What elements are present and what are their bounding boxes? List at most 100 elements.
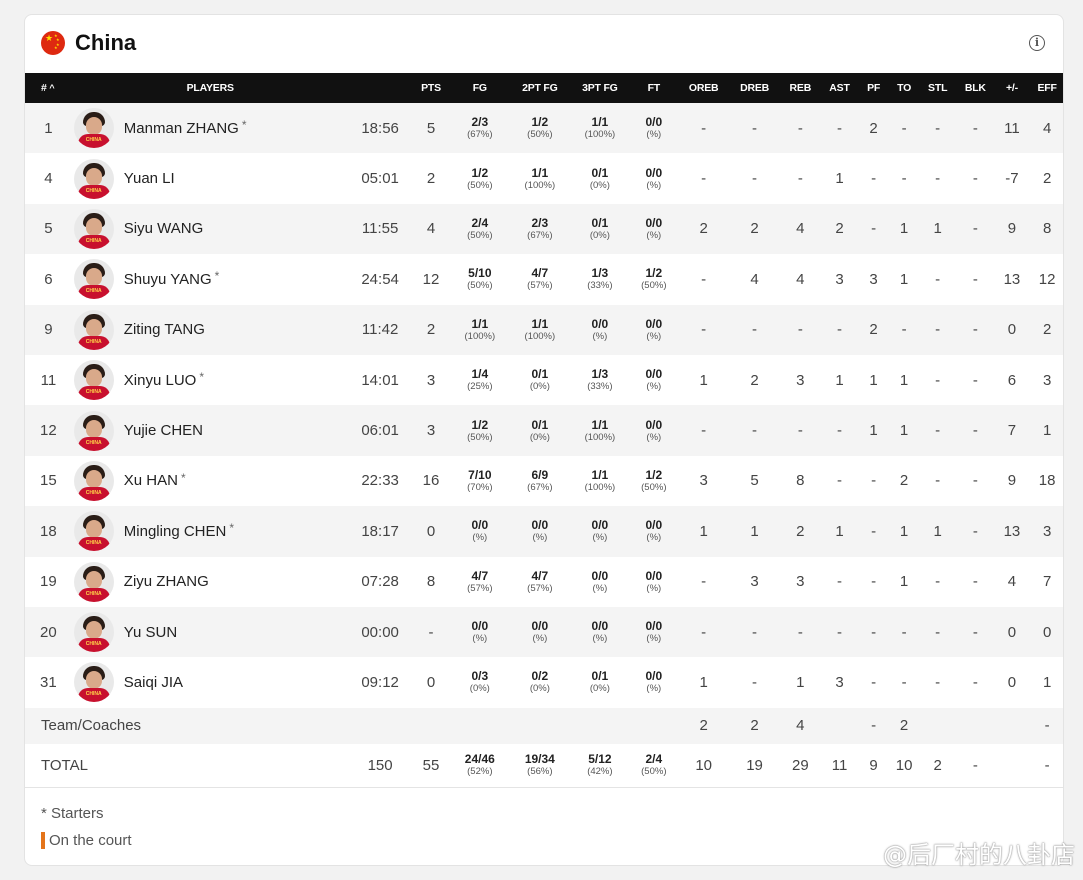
total-pm: [995, 744, 1030, 788]
player-fg: 1/2 (50%): [467, 165, 493, 191]
player-fg2: 0/1 (0%): [529, 417, 550, 443]
player-row[interactable]: 1 CHINA Manman ZHANG * 18:56 5 2/3 (67%) 1/2 (50%…: [25, 103, 1063, 154]
player-row[interactable]: 31 CHINA Saiqi JIA 09:12 0 0/3 (0%) 0/2 (0%) 0/1(…: [25, 657, 1063, 708]
col-to[interactable]: TO: [889, 73, 920, 103]
player-ft: 0/0 (%): [645, 215, 663, 241]
legend-on-court: On the court: [41, 832, 132, 849]
col-reb[interactable]: REB: [780, 73, 821, 103]
player-pf: 1: [869, 422, 878, 440]
player-pf: -: [871, 170, 877, 188]
player-reb: -: [797, 623, 803, 641]
starter-marker: *: [229, 521, 235, 536]
col-ast[interactable]: AST: [821, 73, 859, 103]
col-pf[interactable]: PF: [858, 73, 889, 103]
player-number: 15: [40, 472, 57, 490]
col-blk[interactable]: BLK: [956, 73, 995, 103]
player-pm: 9: [1007, 220, 1017, 238]
player-row[interactable]: 19 CHINA Ziyu ZHANG 07:28 8 4/7 (57%) 4/7 (57%) 0…: [25, 556, 1063, 607]
player-fg: 0/0 (%): [471, 619, 489, 645]
player-ft: 0/0 (%): [645, 417, 663, 443]
player-avatar: CHINA: [73, 662, 114, 703]
player-cell[interactable]: CHINA Shuyu YANG *: [72, 254, 349, 304]
player-stl: -: [935, 119, 941, 137]
player-ast: 3: [835, 270, 844, 288]
player-to: -: [901, 623, 907, 641]
total-ast: 11: [831, 756, 848, 774]
col-2pt[interactable]: 2PT FG: [509, 73, 570, 103]
player-stl: -: [935, 573, 941, 591]
player-cell[interactable]: CHINA Manman ZHANG *: [72, 103, 349, 153]
col-dreb[interactable]: DREB: [729, 73, 780, 103]
player-ft: 0/0 (%): [645, 669, 663, 695]
player-name[interactable]: Saiqi JIA: [124, 674, 183, 691]
player-avatar: CHINA: [73, 108, 114, 149]
player-name[interactable]: Siyu WANG: [124, 220, 203, 237]
player-name[interactable]: Mingling CHEN: [124, 523, 227, 540]
player-fg3: 0/0 (%): [591, 518, 609, 544]
player-cell[interactable]: CHINA Yu SUN: [72, 607, 349, 657]
col-min[interactable]: [349, 73, 412, 103]
col-oreb[interactable]: OREB: [678, 73, 729, 103]
player-name[interactable]: Manman ZHANG: [124, 120, 239, 137]
starter-marker: *: [180, 470, 186, 485]
player-ast: 1: [835, 371, 844, 389]
player-name[interactable]: Ziyu ZHANG: [124, 573, 209, 590]
player-stl: -: [935, 371, 941, 389]
col-ft[interactable]: FT: [629, 73, 678, 103]
player-pf: -: [871, 472, 877, 490]
player-fg: 7/10 (70%): [467, 467, 493, 493]
col-stl[interactable]: STL: [919, 73, 956, 103]
player-name[interactable]: Xu HAN: [124, 472, 178, 489]
player-cell[interactable]: CHINA Mingling CHEN *: [72, 506, 349, 556]
player-name[interactable]: Ziting TANG: [124, 321, 205, 338]
player-cell[interactable]: CHINA Siyu WANG: [72, 204, 349, 254]
player-ast: -: [837, 472, 842, 490]
sort-number-header[interactable]: # ^: [25, 73, 72, 103]
player-name[interactable]: Yu SUN: [124, 624, 177, 641]
player-dreb: -: [752, 673, 758, 691]
player-cell[interactable]: CHINA Xinyu LUO *: [72, 355, 349, 405]
player-dreb: -: [752, 623, 758, 641]
player-row[interactable]: 20 CHINA Yu SUN 00:00 - 0/0 (%) 0/0 (%) 0/0 (%) 0/0…: [25, 606, 1063, 658]
player-cell[interactable]: CHINA Saiqi JIA: [72, 657, 349, 707]
player-name[interactable]: Yujie CHEN: [124, 422, 203, 439]
col-3pt[interactable]: 3PT FG: [570, 73, 629, 103]
info-icon[interactable]: i: [1029, 35, 1045, 51]
col-pts[interactable]: PTS: [412, 73, 451, 103]
player-fg2: 0/2 (0%): [529, 669, 550, 695]
player-cell[interactable]: CHINA Ziting TANG: [72, 305, 349, 355]
player-cell[interactable]: CHINA Ziyu ZHANG: [72, 557, 349, 607]
player-row[interactable]: 5 CHINA Siyu WANG 11:55 4 2/4 (50%) 2/3 (67%) 0/1…: [25, 203, 1063, 255]
total-reb: 29: [791, 756, 809, 774]
col-players[interactable]: PLAYERS: [72, 73, 349, 103]
player-fg2: 0/0 (%): [531, 518, 549, 544]
player-row[interactable]: 18 CHINA Mingling CHEN * 18:17 0 0/0 (%) 0/0 (%) 0…: [25, 506, 1063, 557]
col-fg[interactable]: FG: [450, 73, 509, 103]
player-name[interactable]: Shuyu YANG: [124, 271, 212, 288]
player-oreb: -: [701, 573, 707, 591]
player-row[interactable]: 11 CHINA Xinyu LUO * 14:01 3 1/4 (25%) 0/1 (0%) 1/…: [25, 354, 1063, 406]
total-oreb: 10: [695, 756, 713, 774]
player-dreb: -: [752, 321, 758, 339]
player-row[interactable]: 6 CHINA Shuyu YANG * 24:54 12 5/10 (50%) 4/7 (57%…: [25, 254, 1063, 305]
team-oreb: 2: [699, 717, 708, 735]
player-to: -: [901, 170, 907, 188]
player-row[interactable]: 15 CHINA Xu HAN * 22:33 16 7/10 (70%) 6/9 (67%) 1/…: [25, 455, 1063, 507]
player-row[interactable]: 9 CHINA Ziting TANG 11:42 2 1/1 (100%) 1/1 (100%…: [25, 304, 1063, 355]
player-row[interactable]: 12 CHINA Yujie CHEN 06:01 3 1/2 (50%) 0/1 (0%) 1/…: [25, 405, 1063, 456]
player-cell[interactable]: CHINA Xu HAN *: [72, 456, 349, 506]
total-to: 10: [895, 756, 913, 774]
player-name[interactable]: Yuan LI: [124, 170, 175, 187]
col-plus-minus[interactable]: +/-: [995, 73, 1030, 103]
player-pts: 5: [426, 119, 436, 137]
player-ft: 0/0 (%): [645, 568, 663, 594]
player-fg3: 0/1 (0%): [589, 215, 610, 241]
player-pts: 16: [422, 472, 440, 490]
player-min: 06:01: [361, 422, 399, 440]
col-eff[interactable]: EFF: [1029, 73, 1063, 103]
player-cell[interactable]: CHINA Yuan LI: [72, 153, 349, 203]
player-cell[interactable]: CHINA Yujie CHEN: [72, 405, 349, 455]
player-row[interactable]: 4 CHINA Yuan LI 05:01 2 1/2 (50%) 1/1 (100%) 0/1(…: [25, 153, 1063, 204]
total-ft: 2/4 (50%): [641, 752, 667, 778]
player-name[interactable]: Xinyu LUO: [124, 372, 197, 389]
